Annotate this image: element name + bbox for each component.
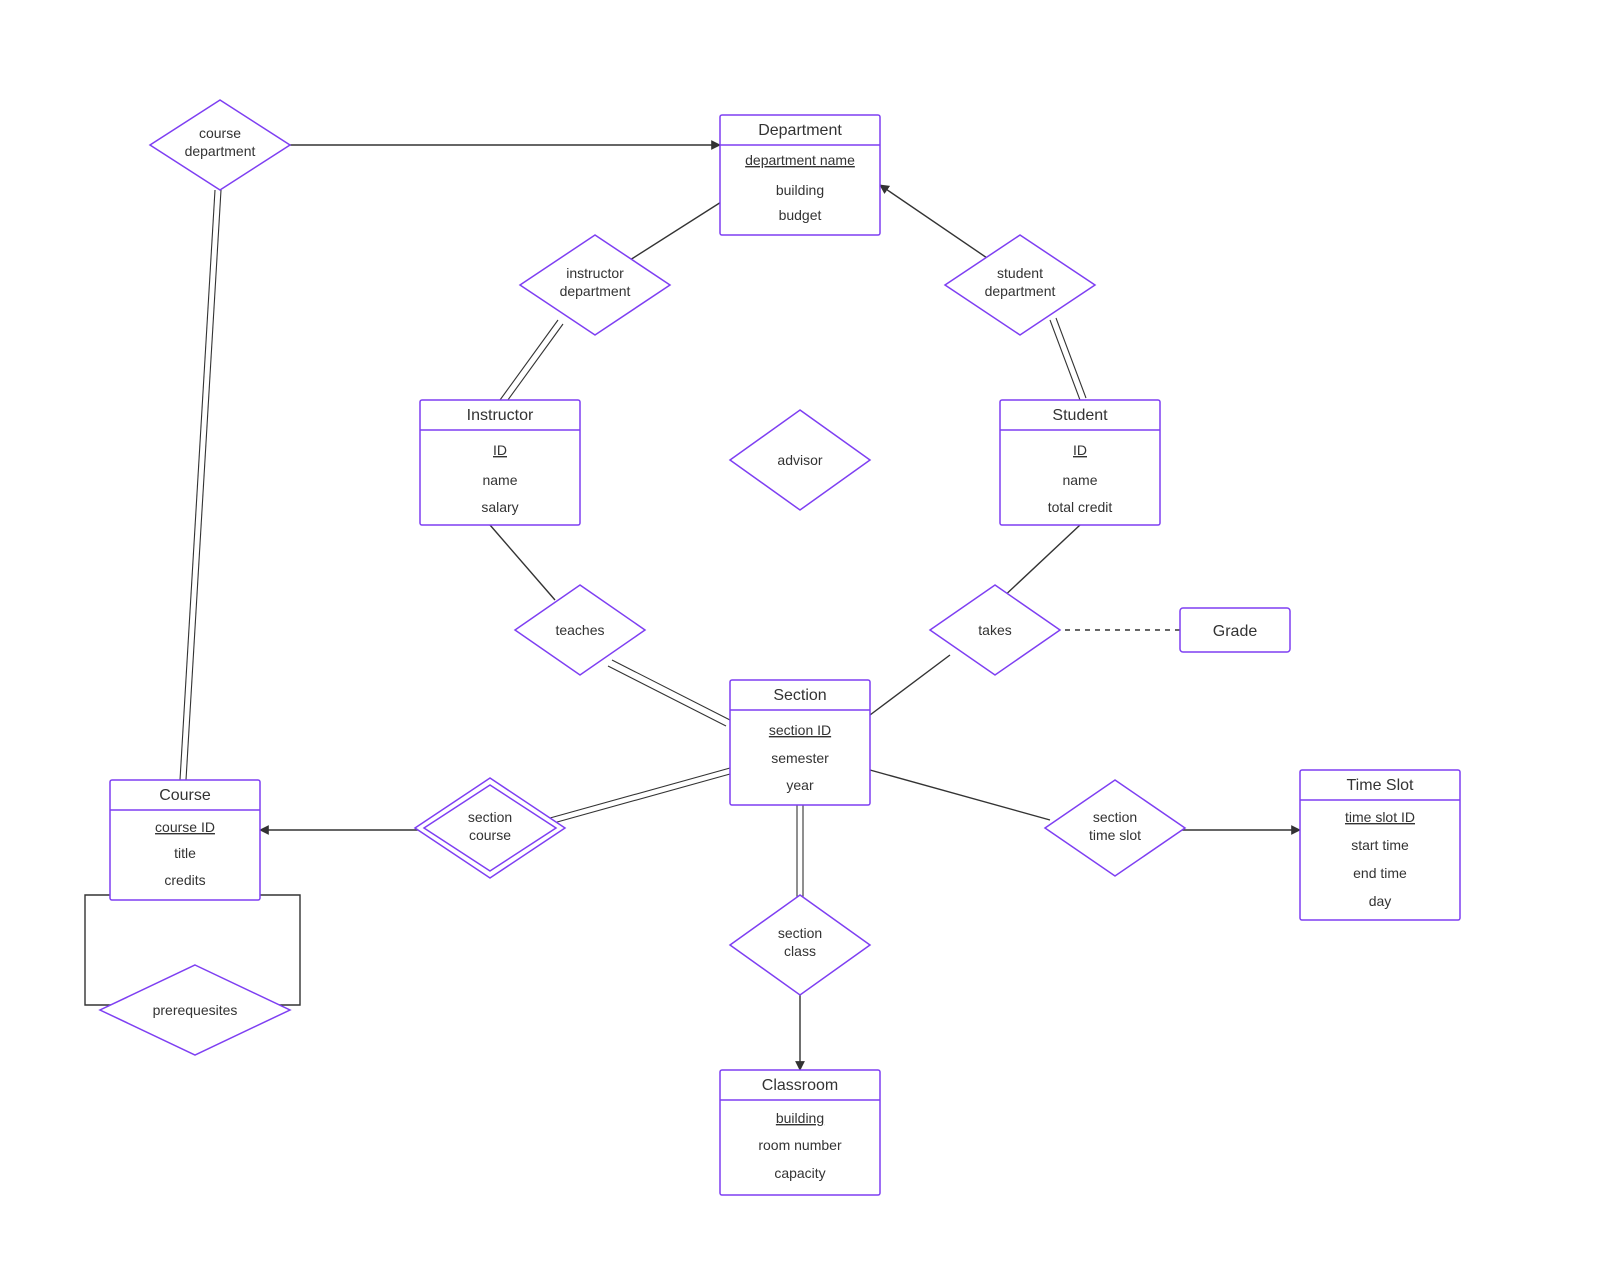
- department-key: department name: [745, 152, 855, 168]
- classroom-title: Classroom: [762, 1077, 838, 1094]
- department-title: Department: [758, 122, 842, 139]
- svg-text:section: section: [778, 925, 822, 941]
- edge-instrdept-instr-b: [505, 324, 563, 404]
- section-attr-year: year: [786, 777, 814, 793]
- svg-text:course: course: [199, 125, 241, 141]
- section-title: Section: [773, 687, 826, 704]
- entity-classroom: Classroom building room number capacity: [720, 1070, 880, 1195]
- course-attr-title: title: [174, 845, 196, 861]
- svg-text:department: department: [185, 143, 256, 159]
- relationship-section-timeslot: section time slot: [1045, 780, 1185, 876]
- entity-timeslot: Time Slot time slot ID start time end ti…: [1300, 770, 1460, 920]
- section-attr-semester: semester: [771, 750, 829, 766]
- svg-text:department: department: [985, 283, 1056, 299]
- entity-department: Department department name building budg…: [720, 115, 880, 235]
- course-title: Course: [159, 787, 211, 804]
- svg-text:class: class: [784, 943, 816, 959]
- relationship-student-department: student department: [945, 235, 1095, 335]
- course-key: course ID: [155, 819, 215, 835]
- svg-text:advisor: advisor: [777, 452, 822, 468]
- edge-coursedept-course-a: [180, 190, 215, 780]
- entity-course: Course course ID title credits: [110, 780, 260, 900]
- relationship-section-course: section course: [415, 778, 565, 878]
- section-key: section ID: [769, 722, 831, 738]
- grade-title: Grade: [1213, 623, 1258, 640]
- er-diagram: Department department name building budg…: [0, 0, 1600, 1280]
- svg-text:prerequesites: prerequesites: [153, 1002, 238, 1018]
- timeslot-attr-day: day: [1369, 893, 1392, 909]
- edge-teaches-section-b: [608, 666, 726, 726]
- relationship-course-department: course department: [150, 100, 290, 190]
- entity-instructor: Instructor ID name salary: [420, 400, 580, 525]
- instructor-attr-salary: salary: [481, 499, 518, 515]
- edge-prereq-course-right: [255, 895, 300, 1005]
- classroom-attr-capacity: capacity: [774, 1165, 825, 1181]
- student-key: ID: [1073, 442, 1087, 458]
- relationship-prerequisites: prerequesites: [100, 965, 290, 1055]
- edge-takes-student: [1000, 525, 1080, 600]
- timeslot-key: time slot ID: [1345, 809, 1415, 825]
- relationship-takes: takes: [930, 585, 1060, 675]
- student-attr-totalcredit: total credit: [1048, 499, 1113, 515]
- edge-studdept-department: [880, 185, 990, 260]
- edge-sectimeslot-section: [870, 770, 1050, 820]
- svg-text:department: department: [560, 283, 631, 299]
- student-attr-name: name: [1062, 472, 1097, 488]
- edge-coursedept-course-b: [186, 190, 221, 780]
- svg-text:student: student: [997, 265, 1043, 281]
- instructor-attr-name: name: [482, 472, 517, 488]
- svg-text:takes: takes: [978, 622, 1011, 638]
- department-attr-budget: budget: [779, 207, 822, 223]
- timeslot-attr-end: end time: [1353, 865, 1407, 881]
- entity-student: Student ID name total credit: [1000, 400, 1160, 525]
- svg-text:teaches: teaches: [555, 622, 604, 638]
- department-attr-building: building: [776, 182, 824, 198]
- edge-seccourse-section-b: [550, 774, 730, 824]
- edge-teaches-instructor: [490, 525, 555, 600]
- edge-prereq-course-left: [85, 895, 130, 1005]
- entity-grade: Grade: [1180, 608, 1290, 652]
- edge-teaches-section-a: [612, 660, 730, 720]
- svg-text:time slot: time slot: [1089, 827, 1141, 843]
- course-attr-credits: credits: [164, 872, 205, 888]
- edge-instrdept-instr-a: [500, 320, 558, 400]
- timeslot-attr-start: start time: [1351, 837, 1409, 853]
- edge-studdept-stud-a: [1050, 320, 1080, 400]
- student-title: Student: [1052, 407, 1108, 424]
- relationship-teaches: teaches: [515, 585, 645, 675]
- relationship-advisor: advisor: [730, 410, 870, 510]
- edge-takes-section: [870, 655, 950, 715]
- svg-text:section: section: [468, 809, 512, 825]
- entity-section: Section section ID semester year: [730, 680, 870, 805]
- svg-text:course: course: [469, 827, 511, 843]
- classroom-attr-room: room number: [758, 1137, 842, 1153]
- relationship-instructor-department: instructor department: [520, 235, 670, 335]
- relationship-section-class: section class: [730, 895, 870, 995]
- instructor-key: ID: [493, 442, 507, 458]
- edge-studdept-stud-b: [1056, 318, 1086, 398]
- instructor-title: Instructor: [467, 407, 534, 424]
- svg-text:instructor: instructor: [566, 265, 624, 281]
- edge-seccourse-section-a: [550, 768, 730, 818]
- timeslot-title: Time Slot: [1347, 777, 1415, 794]
- svg-text:section: section: [1093, 809, 1137, 825]
- classroom-key: building: [776, 1110, 824, 1126]
